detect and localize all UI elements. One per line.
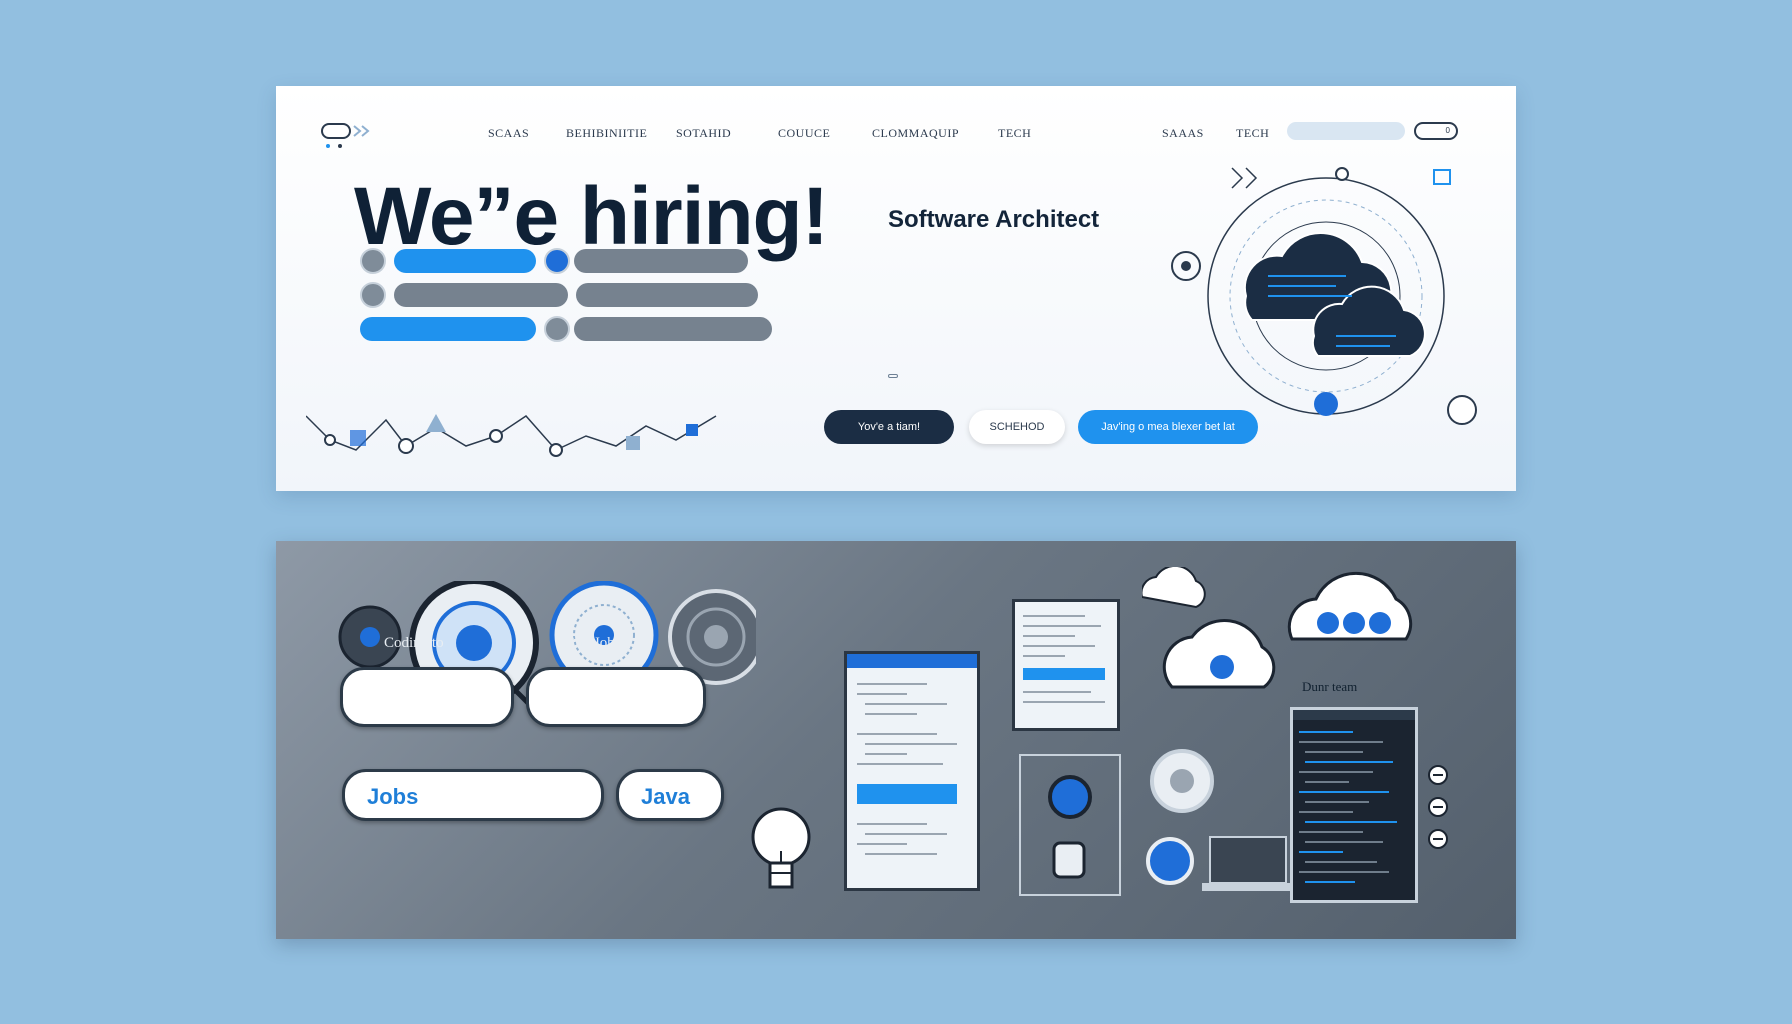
skill-pill[interactable] <box>576 283 758 307</box>
job-tag <box>888 374 898 378</box>
nav-item-3[interactable]: SOTAHID <box>676 126 731 141</box>
info-card-2[interactable] <box>526 667 706 727</box>
cloud-network-illustration-icon <box>1171 167 1477 425</box>
skill-pill[interactable] <box>394 249 536 273</box>
developer-panel: Coding to voing Jobos Jobs Java Dunr tea… <box>276 541 1516 939</box>
coding-label: Coding to <box>384 635 444 651</box>
info-card-1[interactable] <box>340 667 514 727</box>
skill-pill[interactable] <box>574 317 772 341</box>
java-button[interactable]: Java <box>616 769 724 821</box>
jobs-button[interactable]: Jobs <box>342 769 604 821</box>
skill-icon <box>360 282 386 308</box>
toggle-button[interactable]: 0 <box>1414 122 1458 140</box>
join-team-button[interactable]: Yov'e a tiam! <box>824 410 954 444</box>
device-illustration-icon <box>1019 754 1121 896</box>
skill-pill[interactable] <box>574 249 748 273</box>
skill-row-2 <box>360 282 780 308</box>
cloud-icon <box>1142 567 1413 689</box>
skill-icon <box>544 248 570 274</box>
skill-row-1 <box>360 248 760 274</box>
search-input[interactable] <box>1287 122 1405 140</box>
skill-row-3 <box>360 316 780 342</box>
code-lines-icon <box>847 654 977 855</box>
skill-pill[interactable] <box>360 317 536 341</box>
jobs-word: Jobs <box>367 784 419 809</box>
code-editor-window[interactable] <box>844 651 980 891</box>
jobs-label: voing Jobos <box>556 635 629 651</box>
job-role-title: Software Architect <box>888 206 1100 233</box>
skill-icon <box>360 248 386 274</box>
nav-item-saaas[interactable]: SAAAS <box>1162 126 1204 141</box>
lightbulb-icon <box>751 807 811 889</box>
nav-item-2[interactable]: BEHIBINIITIE <box>566 126 647 141</box>
hero-panel: SCAAS BEHIBINIITIE SOTAHID COUUCE CLOMMA… <box>276 86 1516 491</box>
nav-item-tech[interactable]: TECH <box>998 126 1031 141</box>
nav-item-4[interactable]: COUUCE <box>778 126 830 141</box>
page-title: We”e hiring! <box>354 171 829 262</box>
skill-icon <box>544 316 570 342</box>
nav-item-tech-2[interactable]: TECH <box>1236 126 1269 141</box>
document-lines-icon <box>1023 615 1105 703</box>
network-decoration-icon <box>306 414 717 457</box>
skill-pill[interactable] <box>394 283 568 307</box>
nav-item-scaas[interactable]: SCAAS <box>488 126 529 141</box>
nav-item-5[interactable]: CLOMMAQUIP <box>872 126 959 141</box>
document-window[interactable] <box>1012 599 1120 731</box>
terminal-lines-icon <box>1293 710 1415 883</box>
team-label: Dunr team <box>1302 679 1358 694</box>
minus-buttons-icon <box>1428 765 1448 849</box>
java-word: Java <box>641 784 690 809</box>
laptop-illustration-icon <box>1146 749 1292 891</box>
search-button[interactable]: SCHEHOD <box>969 410 1065 444</box>
terminal-window[interactable] <box>1290 707 1418 903</box>
